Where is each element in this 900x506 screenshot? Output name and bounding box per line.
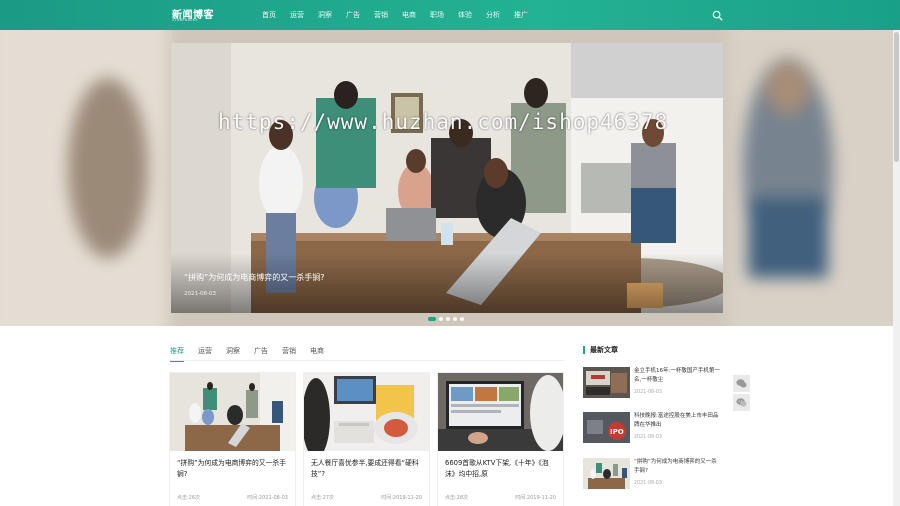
slider-dot[interactable] xyxy=(439,317,443,321)
article-time: 时间:2019-11-20 xyxy=(381,495,422,501)
nav-item-operations[interactable]: 运营 xyxy=(290,10,304,20)
latest-articles-heading: 最新文章 xyxy=(583,346,618,354)
slider-dot[interactable] xyxy=(460,317,464,321)
article-meta: 点击:27次 时间:2019-11-20 xyxy=(311,494,422,501)
nav-item-analysis[interactable]: 分析 xyxy=(486,10,500,20)
latest-article-thumbnail[interactable]: IPO xyxy=(583,412,630,443)
slider-dot[interactable] xyxy=(446,317,450,321)
latest-article-item[interactable]: 金立手机16年:一杯敬国产手机第一名,一杯敬尘 2021-08-03 xyxy=(583,367,723,403)
nav-item-ecommerce[interactable]: 电商 xyxy=(402,10,416,20)
article-meta: 点击:26次 时间:2021-08-03 xyxy=(177,494,288,501)
nav-item-promotion[interactable]: 推广 xyxy=(514,10,528,20)
site-logo-subtitle: XINWENBOKE xyxy=(172,18,199,22)
nav-item-insight[interactable]: 洞察 xyxy=(318,10,332,20)
article-card[interactable]: “拼购”为何成为电商博弈的又一杀手锏? 点击:26次 时间:2021-08-03 xyxy=(170,373,295,506)
latest-article-title[interactable]: “拼购”为何成为电商博弈的又一杀手锏? xyxy=(634,458,722,475)
nav-item-career[interactable]: 职场 xyxy=(430,10,444,20)
latest-article-title[interactable]: 金立手机16年:一杯敬国产手机第一名,一杯敬尘 xyxy=(634,367,722,384)
article-views: 点击:26次 xyxy=(177,495,201,501)
slide-title[interactable]: “拼购”为何成为电商博弈的又一杀手锏? xyxy=(184,272,325,283)
article-views: 点击:28次 xyxy=(445,495,469,501)
page-scrollbar[interactable] xyxy=(893,30,900,506)
slider-dot[interactable] xyxy=(428,317,436,321)
main-nav: 首页 运营 洞察 广告 营销 电商 职场 体验 分析 推广 xyxy=(262,0,542,30)
latest-article-date: 2021-08-03 xyxy=(634,390,662,395)
latest-article-item[interactable]: IPO 科技晚报:富途控股在美上市丰田品牌在华推出 2021-08-03 xyxy=(583,412,723,448)
article-card[interactable]: 无人餐厅喜忧参半,要成还得看“硬科技”? 点击:27次 时间:2019-11-2… xyxy=(304,373,429,506)
hero-slide[interactable]: “拼购”为何成为电商博弈的又一杀手锏? 2021-08-03 xyxy=(171,43,723,313)
article-thumbnail[interactable] xyxy=(438,373,563,451)
latest-article-item[interactable]: “拼购”为何成为电商博弈的又一杀手锏? 2021-08-03 xyxy=(583,458,723,494)
tabs-divider xyxy=(170,360,564,361)
latest-article-date: 2021-08-03 xyxy=(634,481,662,486)
slider-dot[interactable] xyxy=(453,317,457,321)
slide-date: 2021-08-03 xyxy=(184,291,216,297)
slider-pagination xyxy=(428,317,467,321)
article-thumbnail[interactable] xyxy=(170,373,295,451)
latest-article-title[interactable]: 科技晚报:富途控股在美上市丰田品牌在华推出 xyxy=(634,412,722,429)
watermark-text: https://www.huzhan.com/ishop46378 xyxy=(218,110,669,134)
scrollbar-thumb[interactable] xyxy=(894,32,899,162)
article-title[interactable]: “拼购”为何成为电商博弈的又一杀手锏? xyxy=(170,451,295,487)
article-time: 时间:2021-08-03 xyxy=(247,495,288,501)
article-time: 时间:2019-11-20 xyxy=(515,495,556,501)
latest-article-date: 2021-08-03 xyxy=(634,435,662,440)
nav-item-home[interactable]: 首页 xyxy=(262,10,276,20)
top-navbar: 新闻博客 XINWENBOKE 首页 运营 洞察 广告 营销 电商 职场 体验 … xyxy=(0,0,900,30)
wechat-icon[interactable] xyxy=(733,394,750,411)
latest-article-thumbnail[interactable] xyxy=(583,367,630,398)
article-title[interactable]: 6609首歌从KTV下架,《十年》《泡沫》均中招,原 xyxy=(438,451,563,487)
article-views: 点击:27次 xyxy=(311,495,335,501)
article-card[interactable]: 6609首歌从KTV下架,《十年》《泡沫》均中招,原 点击:28次 时间:201… xyxy=(438,373,563,506)
latest-article-thumbnail[interactable] xyxy=(583,458,630,489)
svg-text:IPO: IPO xyxy=(610,428,624,436)
slide-caption-gradient xyxy=(171,253,723,313)
nav-item-ads[interactable]: 广告 xyxy=(346,10,360,20)
chat-icon[interactable] xyxy=(733,375,750,392)
search-icon[interactable] xyxy=(712,10,723,21)
article-title[interactable]: 无人餐厅喜忧参半,要成还得看“硬科技”? xyxy=(304,451,429,487)
nav-item-experience[interactable]: 体验 xyxy=(458,10,472,20)
article-thumbnail[interactable] xyxy=(304,373,429,451)
article-meta: 点击:28次 时间:2019-11-20 xyxy=(445,494,556,501)
nav-item-marketing[interactable]: 营销 xyxy=(374,10,388,20)
